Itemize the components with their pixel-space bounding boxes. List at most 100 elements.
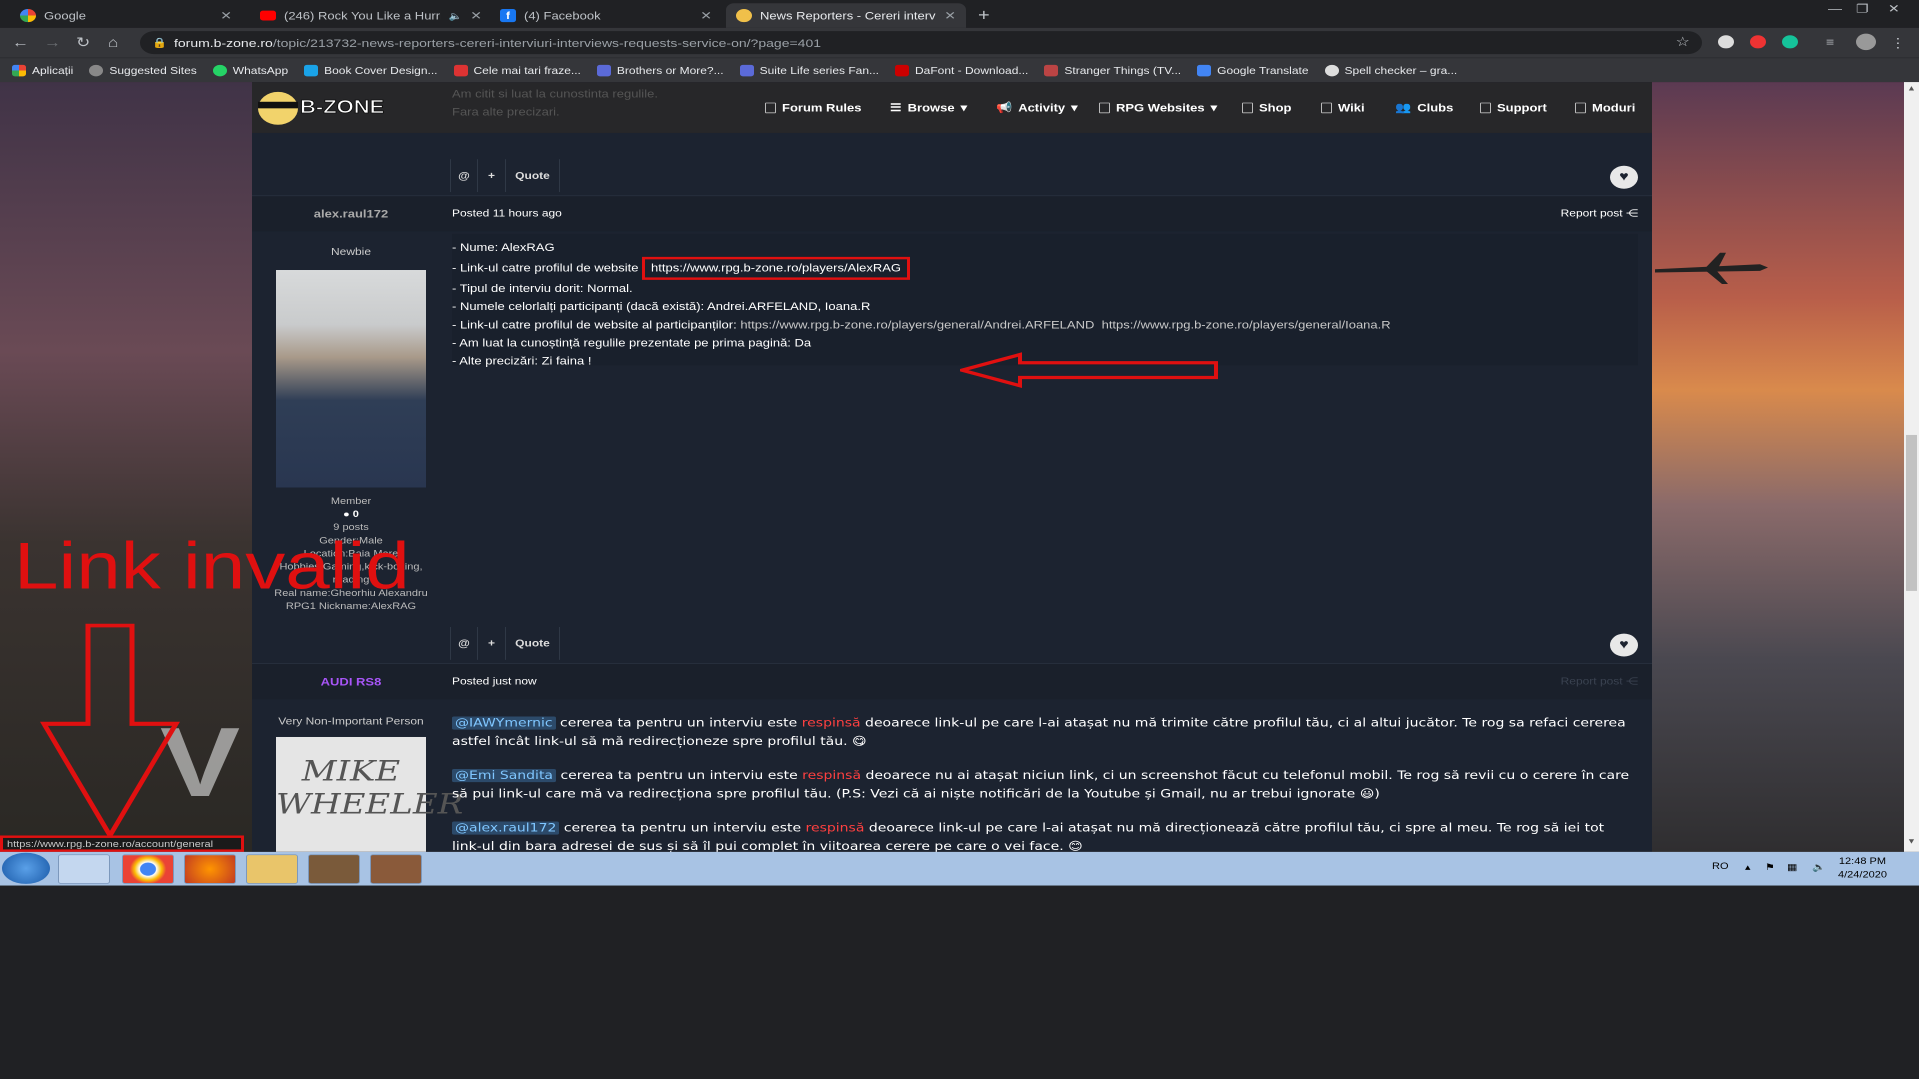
menu-icon[interactable]: ⋮ bbox=[1890, 35, 1906, 51]
bzone-logo[interactable]: B-ZONE bbox=[252, 84, 392, 132]
bookmark-item[interactable]: DaFont - Download... bbox=[895, 64, 1028, 76]
site-icon bbox=[895, 64, 909, 76]
bookmarks-bar: Aplicații Suggested Sites WhatsApp Book … bbox=[0, 57, 1919, 83]
tab-news-reporters[interactable]: News Reporters - Cereri interviu ✕ bbox=[726, 3, 966, 28]
tab-google[interactable]: Google ✕ bbox=[10, 3, 242, 28]
restore-button[interactable]: ❐ bbox=[1856, 2, 1869, 16]
new-tab-button[interactable]: + bbox=[978, 7, 990, 26]
flag-icon[interactable]: ⚑ bbox=[1765, 862, 1775, 873]
page-icon bbox=[1321, 102, 1332, 113]
speaker-icon[interactable]: 🔈 bbox=[449, 10, 463, 21]
google-icon bbox=[20, 9, 36, 23]
mention-button[interactable]: @ bbox=[450, 159, 478, 193]
post-date[interactable]: Posted just now bbox=[452, 675, 537, 686]
nav-clubs[interactable]: 👥 Clubs bbox=[1395, 82, 1453, 133]
quote-button[interactable]: Quote bbox=[506, 627, 560, 660]
multiquote-button[interactable]: + bbox=[478, 159, 506, 193]
highlighted-link[interactable]: https://www.rpg.b-zone.ro/players/AlexRA… bbox=[642, 256, 911, 280]
bookmark-item[interactable]: Cele mai tari fraze... bbox=[453, 64, 581, 76]
nav-browse[interactable]: ☰ Browse ▾ bbox=[890, 82, 967, 133]
nav-rpg-websites[interactable]: RPG Websites ▾ bbox=[1099, 82, 1217, 133]
multiquote-button[interactable]: + bbox=[478, 627, 506, 660]
nav-forum-rules[interactable]: Forum Rules bbox=[765, 82, 861, 133]
system-clock[interactable]: 12:48 PM 4/24/2020 bbox=[1838, 855, 1887, 881]
avatar[interactable] bbox=[276, 270, 426, 488]
close-icon[interactable]: ✕ bbox=[470, 9, 482, 23]
post-date[interactable]: Posted 11 hours ago bbox=[452, 208, 562, 219]
user-mention[interactable]: @alex.raul172 bbox=[452, 821, 560, 835]
bookmark-item[interactable]: Brothers or More?... bbox=[596, 64, 724, 76]
background-right bbox=[1652, 82, 1904, 852]
red-arrow-annotation bbox=[960, 352, 1218, 388]
tab-youtube[interactable]: (246) Rock You Like a Hurric 🔈 ✕ bbox=[250, 3, 492, 28]
author-name[interactable]: AUDI RS8 bbox=[252, 675, 450, 687]
quote-button[interactable]: Quote bbox=[506, 159, 560, 193]
avatar[interactable]: MIKE WHEELER bbox=[276, 736, 463, 852]
bzone-icon bbox=[736, 9, 752, 23]
heart-icon[interactable]: ♥ bbox=[1610, 165, 1638, 189]
scroll-up-icon[interactable]: ▲ bbox=[1906, 84, 1917, 95]
chrome-icon[interactable] bbox=[122, 854, 174, 884]
media-player-icon[interactable] bbox=[58, 854, 110, 884]
close-icon[interactable]: ✕ bbox=[220, 9, 232, 23]
address-bar[interactable]: 🔒 forum.b-zone.ro/topic/213732-news-repo… bbox=[140, 31, 1702, 55]
mention-button[interactable]: @ bbox=[450, 627, 478, 660]
bookmark-item[interactable]: Google Translate bbox=[1197, 64, 1309, 76]
nav-activity[interactable]: 📢 Activity ▾ bbox=[996, 82, 1078, 133]
forum-content: B-ZONE Am citit si luat la cunostinta re… bbox=[252, 82, 1652, 852]
game-icon[interactable] bbox=[370, 854, 422, 884]
nav-shop[interactable]: Shop bbox=[1242, 82, 1292, 133]
nav-moduri[interactable]: Moduri bbox=[1575, 82, 1635, 133]
toolbar: ← → ↻ ⌂ 🔒 forum.b-zone.ro/topic/213732-n… bbox=[0, 27, 1919, 58]
game-icon[interactable] bbox=[308, 854, 360, 884]
author-name[interactable]: alex.raul172 bbox=[252, 208, 450, 220]
start-button[interactable] bbox=[2, 852, 50, 884]
firefox-icon[interactable] bbox=[184, 854, 236, 884]
lock-icon: 🔒 bbox=[152, 36, 167, 49]
site-icon bbox=[453, 64, 468, 76]
scrollbar[interactable]: ▲ ▼ bbox=[1904, 82, 1919, 852]
user-mention[interactable]: @IAWYmernic bbox=[452, 716, 556, 730]
tray-arrow-icon[interactable]: ▴ bbox=[1745, 862, 1751, 873]
bookmark-star-icon[interactable]: ☆ bbox=[1676, 31, 1690, 54]
site-icon bbox=[596, 64, 611, 76]
bookmark-item[interactable]: WhatsApp bbox=[212, 64, 288, 76]
bookmark-item[interactable]: Suggested Sites bbox=[89, 64, 197, 76]
language-indicator[interactable]: RO bbox=[1712, 862, 1729, 872]
report-post-link[interactable]: Report post ⋲ bbox=[1561, 208, 1638, 219]
grammarly-icon[interactable] bbox=[1782, 35, 1798, 49]
close-icon[interactable]: ✕ bbox=[944, 9, 956, 23]
heart-icon[interactable]: ♥ bbox=[1610, 633, 1638, 657]
report-post-link[interactable]: Report post ⋲ bbox=[1561, 675, 1638, 686]
profile-avatar[interactable] bbox=[1856, 33, 1876, 51]
window-close-button[interactable]: ✕ bbox=[1888, 2, 1900, 16]
reload-button[interactable]: ↻ bbox=[76, 34, 90, 50]
svg-text:B-ZONE: B-ZONE bbox=[300, 98, 384, 118]
tab-facebook[interactable]: f (4) Facebook ✕ bbox=[490, 3, 722, 28]
playlist-icon[interactable]: ≡ bbox=[1826, 35, 1842, 48]
network-icon[interactable]: ▦ bbox=[1787, 862, 1797, 873]
extension-icon[interactable] bbox=[1718, 35, 1734, 49]
user-mention[interactable]: @Emi Sandita bbox=[452, 768, 557, 783]
bookmark-item[interactable]: Suite Life series Fan... bbox=[739, 64, 879, 76]
home-button[interactable]: ⌂ bbox=[108, 34, 118, 50]
scroll-down-icon[interactable]: ▼ bbox=[1906, 837, 1917, 848]
close-icon[interactable]: ✕ bbox=[700, 9, 712, 23]
bookmark-item[interactable]: Book Cover Design... bbox=[304, 64, 438, 76]
post-action-bar: @ + Quote ♥ bbox=[450, 627, 1646, 660]
folder-icon[interactable] bbox=[246, 854, 298, 884]
bookmark-item[interactable]: Spell checker – gra... bbox=[1324, 64, 1457, 76]
extension-icon[interactable] bbox=[1750, 35, 1766, 49]
nav-wiki[interactable]: Wiki bbox=[1321, 82, 1365, 133]
forward-button[interactable]: → bbox=[44, 34, 61, 50]
bookmark-apps[interactable]: Aplicații bbox=[12, 64, 73, 76]
back-button[interactable]: ← bbox=[12, 34, 29, 50]
page-icon bbox=[1480, 102, 1491, 113]
minimize-button[interactable]: — bbox=[1828, 2, 1842, 15]
scrollbar-thumb[interactable] bbox=[1906, 434, 1917, 591]
participant-link[interactable]: https://www.rpg.b-zone.ro/players/genera… bbox=[1102, 318, 1391, 330]
volume-icon[interactable]: 🔈 bbox=[1812, 862, 1826, 873]
bookmark-item[interactable]: Stranger Things (TV... bbox=[1044, 64, 1181, 76]
nav-support[interactable]: Support bbox=[1480, 82, 1547, 133]
participant-link[interactable]: https://www.rpg.b-zone.ro/players/genera… bbox=[740, 318, 1094, 330]
